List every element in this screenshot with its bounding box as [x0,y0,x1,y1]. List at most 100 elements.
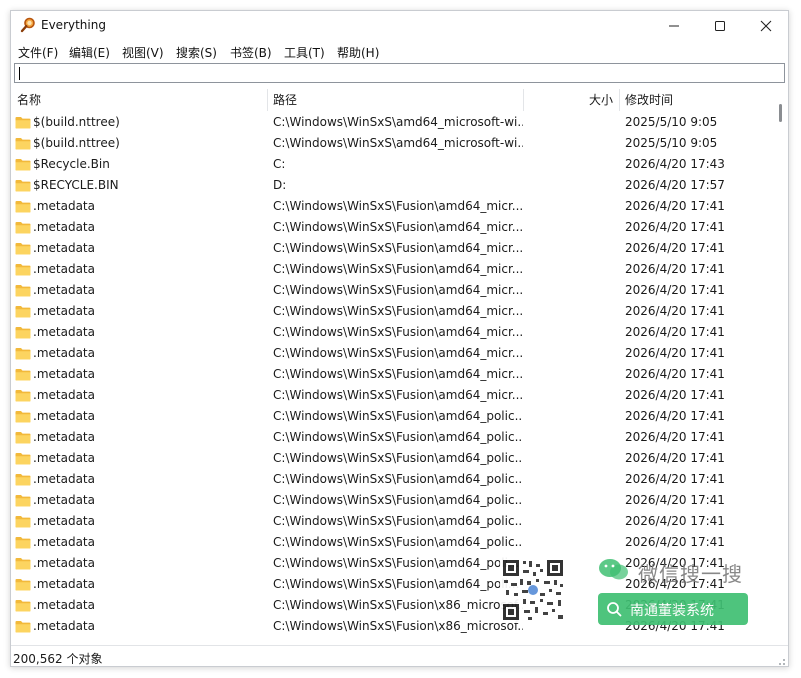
minimize-icon [669,25,679,27]
folder-icon [15,327,31,339]
folder-icon [15,579,31,591]
file-name: .metadata [33,409,95,423]
file-name: .metadata [33,577,95,591]
file-modified: 2026/4/20 17:41 [625,451,725,465]
folder-icon [15,495,31,507]
folder-icon [15,390,31,402]
file-name: .metadata [33,325,95,339]
column-divider[interactable] [523,89,524,111]
table-row[interactable]: .metadata C:\Windows\WinSxS\Fusion\amd64_… [11,469,772,490]
menu-file[interactable]: 文件(F) [18,44,58,61]
table-row[interactable]: .metadata C:\Windows\WinSxS\Fusion\amd64_… [11,490,772,511]
search-input[interactable] [14,63,785,83]
file-modified: 2025/5/10 9:05 [625,136,718,150]
menu-bookmarks[interactable]: 书签(B) [230,44,272,61]
column-divider[interactable] [267,89,268,111]
file-modified: 2026/4/20 17:57 [625,178,725,192]
table-row[interactable]: .metadata C:\Windows\WinSxS\Fusion\amd64_… [11,196,772,217]
table-row[interactable]: $(build.nttree) C:\Windows\WinSxS\amd64_m… [11,133,772,154]
file-path: C:\Windows\WinSxS\Fusion\amd64_polic... [273,409,523,423]
file-path: C:\Windows\WinSxS\amd64_microsoft-wi... [273,115,523,129]
file-path: C:\Windows\WinSxS\Fusion\amd64_micr... [273,199,523,213]
close-icon [760,20,772,32]
vertical-scrollbar[interactable] [774,89,788,644]
file-name: .metadata [33,514,95,528]
menu-view[interactable]: 视图(V) [122,44,164,61]
file-name: .metadata [33,493,95,507]
title-bar[interactable]: Everything [11,11,788,41]
table-row[interactable]: .metadata C:\Windows\WinSxS\Fusion\amd64_… [11,406,772,427]
folder-icon [15,600,31,612]
file-path: C:\Windows\WinSxS\Fusion\amd64_polic... [273,451,523,465]
column-header-path[interactable]: 路径 [273,89,297,111]
menu-help[interactable]: 帮助(H) [337,44,379,61]
file-path: C:\Windows\WinSxS\Fusion\amd64_micr... [273,325,523,339]
table-row[interactable]: .metadata C:\Windows\WinSxS\Fusion\amd64_… [11,511,772,532]
file-path: C:\Windows\WinSxS\Fusion\amd64_polic... [273,472,523,486]
file-modified: 2026/4/20 17:41 [625,262,725,276]
menu-search[interactable]: 搜索(S) [176,44,217,61]
column-divider[interactable] [619,89,620,111]
table-row[interactable]: .metadata C:\Windows\WinSxS\Fusion\amd64_… [11,448,772,469]
file-modified: 2026/4/20 17:41 [625,472,725,486]
file-name: .metadata [33,220,95,234]
resize-grip-icon[interactable] [776,656,786,666]
file-modified: 2026/4/20 17:41 [625,346,725,360]
folder-icon [15,180,31,192]
table-row[interactable]: .metadata C:\Windows\WinSxS\Fusion\amd64_… [11,364,772,385]
file-name: .metadata [33,451,95,465]
folder-icon [15,138,31,150]
magnifier-app-icon [20,17,35,33]
table-row[interactable]: .metadata C:\Windows\WinSxS\Fusion\amd64_… [11,532,772,553]
qr-code-watermark [500,557,566,623]
table-row[interactable]: .metadata C:\Windows\WinSxS\Fusion\amd64_… [11,280,772,301]
column-header-size[interactable]: 大小 [589,89,613,111]
column-header-modified[interactable]: 修改时间 [625,89,673,111]
file-name: .metadata [33,283,95,297]
file-path: C:\Windows\WinSxS\Fusion\x86_microsof... [273,598,523,612]
close-button[interactable] [743,11,788,41]
folder-icon [15,537,31,549]
menu-edit[interactable]: 编辑(E) [69,44,110,61]
folder-icon [15,306,31,318]
table-row[interactable]: $Recycle.Bin C: 2026/4/20 17:43 [11,154,772,175]
file-name: .metadata [33,199,95,213]
file-path: C:\Windows\WinSxS\Fusion\amd64_polic... [273,493,523,507]
table-row[interactable]: .metadata C:\Windows\WinSxS\Fusion\amd64_… [11,322,772,343]
text-caret [19,67,20,80]
file-name: .metadata [33,535,95,549]
file-name: .metadata [33,367,95,381]
file-modified: 2026/4/20 17:41 [625,304,725,318]
table-row[interactable]: $(build.nttree) C:\Windows\WinSxS\amd64_m… [11,112,772,133]
maximize-button[interactable] [697,11,743,41]
scrollbar-thumb[interactable] [779,104,782,122]
file-modified: 2026/4/20 17:41 [625,409,725,423]
file-name: $RECYCLE.BIN [33,178,119,192]
file-modified: 2026/4/20 17:41 [625,241,725,255]
table-row[interactable]: .metadata C:\Windows\WinSxS\Fusion\amd64_… [11,238,772,259]
file-path: C:\Windows\WinSxS\Fusion\amd64_polic... [273,514,523,528]
table-row[interactable]: .metadata C:\Windows\WinSxS\Fusion\amd64_… [11,301,772,322]
table-row[interactable]: .metadata C:\Windows\WinSxS\Fusion\amd64_… [11,259,772,280]
search-icon [607,602,622,617]
menu-tools[interactable]: 工具(T) [284,44,325,61]
folder-icon [15,474,31,486]
table-row[interactable]: .metadata C:\Windows\WinSxS\Fusion\amd64_… [11,217,772,238]
table-row[interactable]: $RECYCLE.BIN D: 2026/4/20 17:57 [11,175,772,196]
file-modified: 2026/4/20 17:41 [625,367,725,381]
file-path: C:\Windows\WinSxS\Fusion\amd64_micr... [273,346,523,360]
file-path: C:\Windows\WinSxS\Fusion\amd64_micr... [273,220,523,234]
minimize-button[interactable] [651,11,697,41]
table-row[interactable]: .metadata C:\Windows\WinSxS\Fusion\amd64_… [11,343,772,364]
folder-icon [15,264,31,276]
table-row[interactable]: .metadata C:\Windows\WinSxS\Fusion\amd64_… [11,427,772,448]
file-name: .metadata [33,262,95,276]
object-count: 200,562 个对象 [13,652,103,666]
column-header-name[interactable]: 名称 [17,89,41,111]
table-row[interactable]: .metadata C:\Windows\WinSxS\Fusion\amd64_… [11,385,772,406]
file-modified: 2026/4/20 17:41 [625,199,725,213]
file-path: C:\Windows\WinSxS\Fusion\amd64_poli... [273,577,520,591]
file-path: C:\Windows\WinSxS\Fusion\amd64_polic... [273,535,523,549]
file-name: $(build.nttree) [33,136,120,150]
file-name: .metadata [33,241,95,255]
